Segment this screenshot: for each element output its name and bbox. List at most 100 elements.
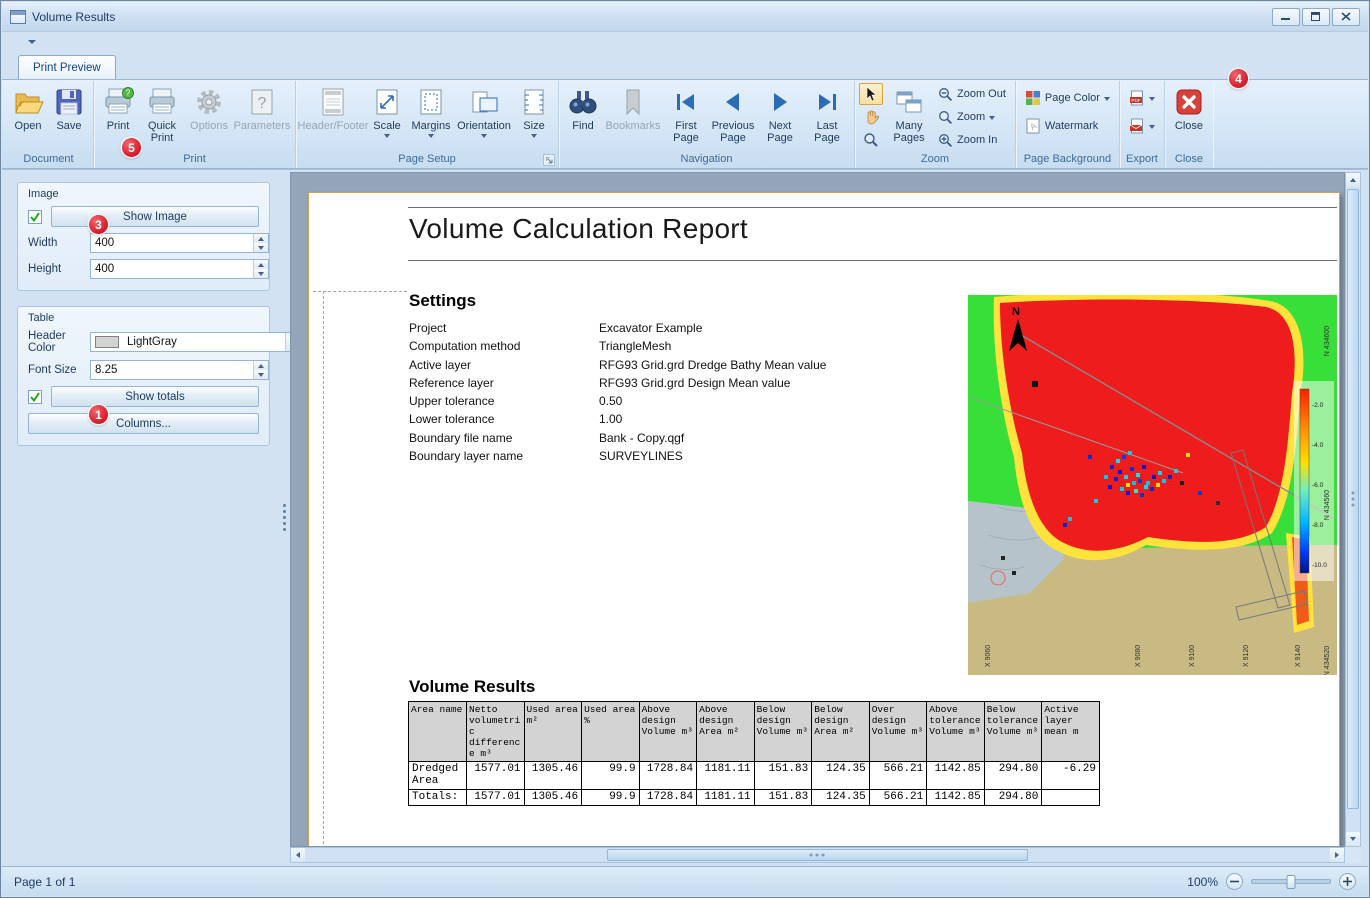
last-page-label: Last Page [804, 120, 850, 145]
height-label: Height [28, 263, 90, 275]
save-button[interactable]: Save [49, 83, 89, 149]
scroll-up-button[interactable] [1346, 173, 1360, 187]
export-document-button[interactable]: PDF [1124, 87, 1160, 109]
scale-button[interactable]: Scale [367, 83, 407, 149]
window-title: Volume Results [32, 10, 115, 24]
quick-print-icon [146, 86, 178, 118]
setting-value: Bank - Copy.qgf [599, 429, 826, 447]
orientation-button[interactable]: Orientation [455, 83, 513, 149]
mouse-pointer-icon [863, 86, 879, 102]
vertical-scrollbar[interactable] [1345, 172, 1361, 847]
scroll-right-button[interactable] [1330, 848, 1344, 862]
panel-splitter[interactable] [278, 170, 290, 865]
magnifier-tool-button[interactable] [859, 129, 883, 151]
table-header-cell: Used area m² [524, 702, 582, 762]
table-cell: 151.83 [754, 790, 812, 806]
width-spin-up[interactable] [254, 234, 268, 243]
ribbon-group-zoom: Many Pages Zoom Out [855, 81, 1016, 168]
orientation-label: Orientation [457, 120, 511, 132]
page-color-button[interactable]: Page Color [1020, 87, 1115, 109]
maximize-icon [1311, 12, 1321, 21]
zoom-decrease-button[interactable] [1226, 873, 1243, 890]
height-spin-down[interactable] [254, 269, 268, 278]
pointer-tool-button[interactable] [859, 83, 883, 105]
vertical-scroll-thumb[interactable] [1347, 189, 1359, 809]
table-group: Table Header Color Font Size [17, 306, 270, 446]
size-button[interactable]: Size [514, 83, 554, 149]
chevron-down-icon [1149, 125, 1155, 129]
group-label-page-setup: Page Setup [300, 152, 554, 168]
width-spin-down[interactable] [254, 243, 268, 252]
previous-page-button[interactable]: Previous Page [710, 83, 756, 149]
zoom-slider-thumb[interactable] [1287, 875, 1296, 889]
horizontal-scroll-thumb[interactable] [607, 849, 1028, 861]
horizontal-scrollbar[interactable] [290, 847, 1345, 863]
options-panel: Image Show Image Width [17, 182, 270, 857]
show-totals-checkbox[interactable] [28, 390, 42, 404]
scroll-left-icon [296, 852, 300, 858]
next-page-button[interactable]: Next Page [757, 83, 803, 149]
send-pdf-icon [1129, 118, 1145, 134]
show-image-checkbox[interactable] [28, 210, 42, 224]
page-setup-dialog-launcher[interactable] [543, 154, 555, 166]
scroll-left-button[interactable] [291, 848, 305, 862]
zoom-in-button[interactable]: Zoom In [933, 129, 1011, 151]
font-size-spin-down[interactable] [254, 370, 268, 379]
margins-button[interactable]: Margins [408, 83, 454, 149]
hand-tool-button[interactable] [859, 106, 883, 128]
tab-print-preview[interactable]: Print Preview [18, 55, 116, 79]
open-button[interactable]: Open [8, 83, 48, 149]
svg-text:N: N [1012, 306, 1020, 318]
columns-button[interactable]: Columns... [28, 413, 259, 434]
check-icon [29, 391, 41, 403]
zoom-increase-button[interactable] [1339, 873, 1356, 890]
last-page-button[interactable]: Last Page [804, 83, 850, 149]
scroll-grip-icon [816, 854, 819, 857]
close-preview-button[interactable]: Close [1169, 83, 1209, 149]
font-size-spin-up[interactable] [254, 361, 268, 370]
svg-text:PDF: PDF [1131, 98, 1140, 103]
height-spinner[interactable] [90, 259, 269, 279]
zoom-percent: 100% [1187, 875, 1218, 889]
ribbon-group-navigation: Find Bookmarks First Page [559, 81, 855, 168]
maximize-button[interactable] [1302, 8, 1330, 26]
zoom-button[interactable]: Zoom [933, 106, 1011, 128]
last-page-icon [811, 86, 843, 118]
table-cell: 1305.46 [524, 762, 582, 790]
find-button[interactable]: Find [563, 83, 603, 149]
check-icon [29, 211, 41, 223]
zoom-slider[interactable] [1251, 879, 1331, 884]
scroll-down-button[interactable] [1346, 832, 1360, 846]
ribbon-group-page-setup: Header/Footer Scale Margins [296, 81, 559, 168]
font-size-input[interactable] [91, 364, 253, 376]
setting-value: Excavator Example [599, 319, 826, 337]
margins-label: Margins [411, 120, 450, 132]
scroll-right-icon [1335, 852, 1339, 858]
height-input[interactable] [91, 263, 253, 275]
plus-icon [1343, 877, 1352, 886]
height-spin-up[interactable] [254, 260, 268, 269]
close-window-button[interactable] [1332, 8, 1360, 26]
header-color-input[interactable] [123, 336, 285, 348]
header-color-combo[interactable] [90, 332, 303, 352]
first-page-button[interactable]: First Page [663, 83, 709, 149]
preview-canvas[interactable]: Volume Calculation Report Settings Proje… [290, 172, 1345, 847]
width-spinner[interactable] [90, 233, 269, 253]
open-folder-icon [12, 86, 44, 118]
show-totals-button[interactable]: Show totals [51, 386, 259, 407]
chevron-down-icon [531, 134, 537, 138]
table-totals-row: Totals: 1577.01 1305.46 99.9 1728.84 118… [409, 790, 1100, 806]
customize-toolbar-button[interactable] [24, 35, 40, 49]
zoom-out-button[interactable]: Zoom Out [933, 83, 1011, 105]
font-size-spinner[interactable] [90, 360, 269, 380]
watermark-button[interactable]: A Watermark [1020, 115, 1115, 137]
quick-print-button[interactable]: Quick Print [139, 83, 185, 149]
width-input[interactable] [91, 237, 253, 249]
show-image-button[interactable]: Show Image [51, 206, 259, 227]
ribbon-tab-row: Print Preview [2, 52, 1368, 79]
color-scale: -2.0 -4.0 -6.0 -8.0 -10.0 [1294, 381, 1334, 581]
many-pages-button[interactable]: Many Pages [886, 83, 932, 149]
minimize-button[interactable] [1272, 8, 1300, 26]
results-heading: Volume Results [409, 677, 535, 697]
send-document-button[interactable] [1124, 115, 1160, 137]
